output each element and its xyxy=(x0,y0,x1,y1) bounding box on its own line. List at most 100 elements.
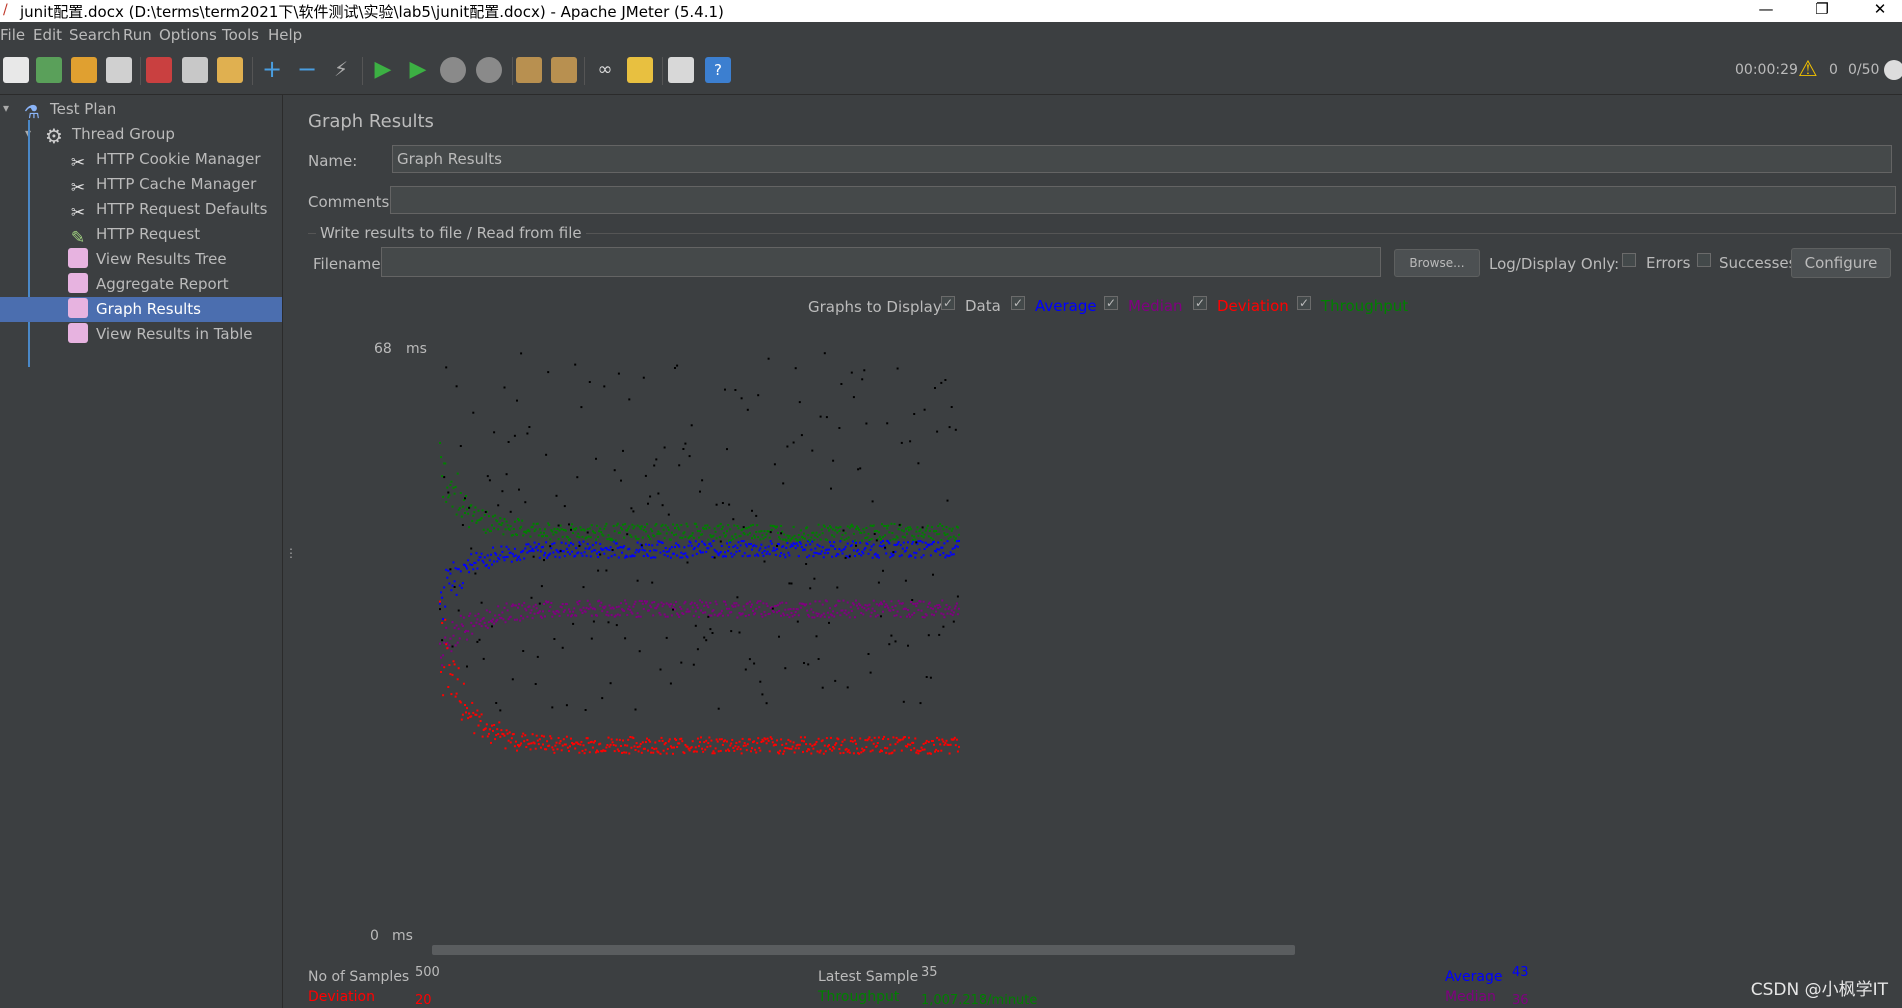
point-average xyxy=(599,543,602,545)
help-icon[interactable]: ? xyxy=(705,57,731,83)
menu-run[interactable]: Run xyxy=(123,26,152,44)
point-throughput xyxy=(831,534,834,537)
point-throughput xyxy=(806,526,809,529)
point-median xyxy=(850,610,853,612)
start-no-pause-icon[interactable]: ▶ xyxy=(405,57,431,83)
throughput-checkbox[interactable]: ✓ xyxy=(1297,296,1311,310)
close-button[interactable]: ✕ xyxy=(1858,0,1902,22)
tree-item-http-request-defaults[interactable]: ✂ HTTP Request Defaults xyxy=(68,197,282,223)
function-helper-icon[interactable] xyxy=(668,57,694,83)
tree-item-test-plan[interactable]: ⚗ Test Plan xyxy=(22,97,282,123)
templates-icon[interactable] xyxy=(36,57,62,83)
point-average xyxy=(744,543,747,546)
point-deviation xyxy=(629,736,632,738)
point-median xyxy=(485,609,488,612)
maximize-button[interactable]: ❐ xyxy=(1800,0,1844,22)
point-deviation xyxy=(843,738,846,741)
point-median xyxy=(643,600,646,603)
point-deviation xyxy=(921,748,924,751)
stop-icon[interactable] xyxy=(440,57,466,83)
name-field[interactable]: Graph Results xyxy=(392,145,1892,173)
clear-all-icon[interactable] xyxy=(551,57,577,83)
point-deviation xyxy=(877,736,880,739)
minimize-button[interactable]: — xyxy=(1744,0,1788,22)
collapse-icon[interactable]: − xyxy=(294,57,320,83)
point-deviation xyxy=(666,748,669,750)
point-average xyxy=(628,547,631,550)
point-deviation xyxy=(526,739,529,741)
tree-item-http-cookie-manager[interactable]: ✂ HTTP Cookie Manager xyxy=(68,147,282,173)
toggle-icon[interactable]: ⚡ xyxy=(328,57,354,83)
tree-item-thread-group[interactable]: ⚙ Thread Group xyxy=(44,122,282,148)
data-checkbox[interactable]: ✓ xyxy=(941,296,955,310)
point-deviation xyxy=(725,749,727,752)
shutdown-icon[interactable] xyxy=(476,57,502,83)
menu-search[interactable]: Search xyxy=(69,26,121,44)
point-average xyxy=(469,563,472,566)
configure-button[interactable]: Configure xyxy=(1791,248,1891,278)
successes-checkbox[interactable] xyxy=(1697,253,1711,267)
point-deviation xyxy=(508,731,511,734)
horizontal-scrollbar[interactable] xyxy=(432,945,1295,955)
point-throughput xyxy=(840,537,843,540)
tree-item-http-cache-manager[interactable]: ✂ HTTP Cache Manager xyxy=(68,172,282,198)
tree-item-view-results-in-table[interactable]: View Results in Table xyxy=(68,322,282,347)
copy-icon[interactable] xyxy=(182,57,208,83)
expand-icon[interactable]: + xyxy=(259,57,285,83)
start-icon[interactable]: ▶ xyxy=(370,57,396,83)
point-median xyxy=(590,614,593,617)
point-average xyxy=(731,555,734,558)
point-median xyxy=(576,601,579,604)
point-average xyxy=(613,553,616,556)
clear-icon[interactable] xyxy=(516,57,542,83)
point-deviation xyxy=(922,742,925,745)
median-checkbox[interactable]: ✓ xyxy=(1104,296,1118,310)
point-deviation xyxy=(941,738,944,741)
search-icon[interactable]: ∞ xyxy=(592,57,618,83)
point-average xyxy=(448,582,451,585)
point-average xyxy=(658,540,661,543)
collapse-arrow-icon[interactable]: ▾ xyxy=(3,101,9,115)
split-pane-divider[interactable]: ⋮ xyxy=(283,95,297,1008)
deviation-checkbox[interactable]: ✓ xyxy=(1193,296,1207,310)
errors-checkbox[interactable] xyxy=(1622,253,1636,267)
save-icon[interactable] xyxy=(106,57,132,83)
filename-field[interactable] xyxy=(381,247,1381,277)
point-deviation xyxy=(550,737,553,740)
average-checkbox[interactable]: ✓ xyxy=(1011,296,1025,310)
point-throughput xyxy=(551,530,554,533)
menu-edit[interactable]: Edit xyxy=(33,26,62,44)
point-median xyxy=(808,615,811,618)
tree-item-http-request[interactable]: ✎ HTTP Request xyxy=(68,222,282,248)
browse-button[interactable]: Browse... xyxy=(1394,249,1480,277)
point-throughput xyxy=(952,535,955,538)
tree-item-aggregate-report[interactable]: Aggregate Report xyxy=(68,272,282,297)
point-deviation xyxy=(949,743,952,746)
point-median xyxy=(518,603,520,606)
point-deviation xyxy=(523,740,526,743)
comments-field[interactable] xyxy=(390,186,1896,214)
point-data xyxy=(590,637,593,640)
menu-file[interactable]: File xyxy=(0,26,25,44)
point-deviation xyxy=(845,747,848,750)
menu-options[interactable]: Options xyxy=(159,26,217,44)
open-icon[interactable] xyxy=(71,57,97,83)
menu-tools[interactable]: Tools xyxy=(222,26,259,44)
cut-icon[interactable] xyxy=(146,57,172,83)
point-median xyxy=(482,617,485,620)
point-deviation xyxy=(573,742,576,745)
tree-item-graph-results[interactable]: Graph Results xyxy=(0,297,282,322)
point-deviation xyxy=(702,750,705,753)
reset-search-icon[interactable] xyxy=(627,57,653,83)
warning-icon[interactable]: ⚠ xyxy=(1798,59,1818,81)
point-average xyxy=(536,549,539,552)
point-data xyxy=(613,469,616,472)
remote-icon[interactable] xyxy=(1884,60,1902,80)
new-icon[interactable] xyxy=(3,57,29,83)
point-average xyxy=(615,542,618,545)
point-data xyxy=(688,455,691,458)
paste-icon[interactable] xyxy=(217,57,243,83)
point-deviation xyxy=(699,741,701,744)
menu-help[interactable]: Help xyxy=(268,26,302,44)
tree-item-view-results-tree[interactable]: View Results Tree xyxy=(68,247,282,272)
